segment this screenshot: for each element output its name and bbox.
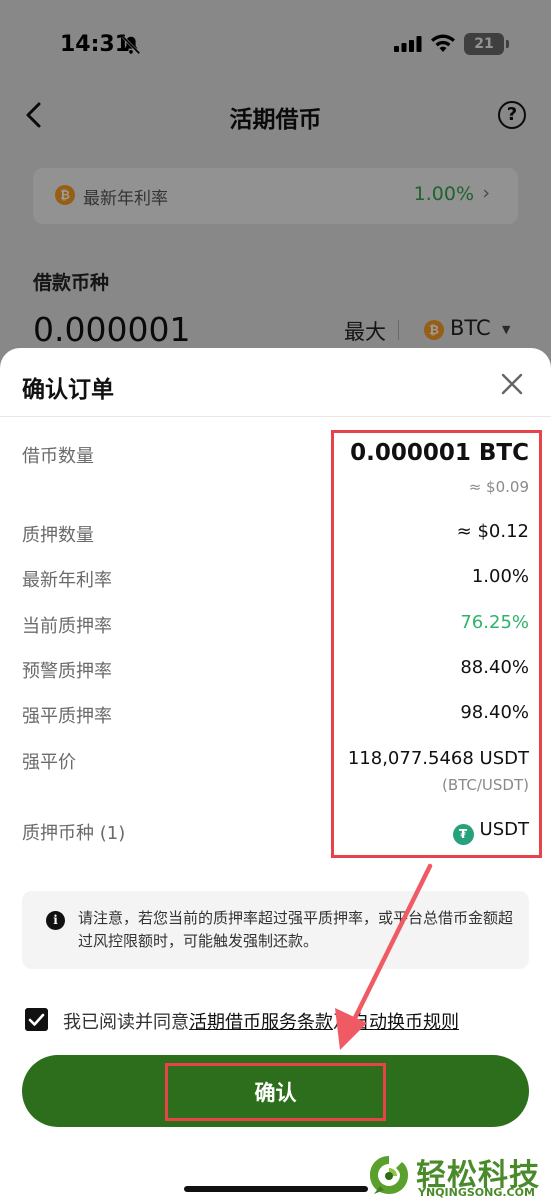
- auto-conversion-rules-link[interactable]: 自动换币规则: [351, 1012, 459, 1033]
- liquidation-ltv-label: 强平质押率: [22, 706, 112, 727]
- risk-notice: i 请注意，若您当前的质押率超过强平质押率，或平台总借币金额超过风控限额时，可能…: [22, 891, 529, 969]
- agreement-conjunction: 及: [333, 1012, 351, 1033]
- agree-checkbox[interactable]: [25, 1008, 48, 1031]
- agreement-prefix: 我已阅读并同意: [63, 1012, 189, 1033]
- current-ltv-label: 当前质押率: [22, 616, 112, 637]
- watermark: 轻松科技 YNQINGSONG.COM: [366, 1148, 551, 1200]
- info-icon: i: [46, 911, 65, 930]
- watermark-subtext: YNQINGSONG.COM: [418, 1186, 535, 1199]
- collateral-quantity-label: 质押数量: [22, 525, 94, 546]
- confirm-order-sheet: 确认订单 借币数量 0.000001 BTC ≈ $0.09 质押数量 ≈ $0…: [0, 348, 551, 1200]
- annotation-highlight-box: [331, 430, 542, 858]
- annotation-button-highlight: [165, 1063, 386, 1121]
- close-icon[interactable]: [500, 372, 524, 396]
- divider: [0, 416, 551, 417]
- warning-ltv-label: 预警质押率: [22, 661, 112, 682]
- annual-rate-label: 最新年利率: [22, 570, 112, 591]
- home-indicator: [184, 1186, 368, 1192]
- risk-notice-text: 请注意，若您当前的质押率超过强平质押率，或平台总借币金额超过风控限额时，可能触发…: [78, 909, 514, 950]
- liquidation-price-label: 强平价: [22, 752, 76, 773]
- service-terms-link[interactable]: 活期借币服务条款: [189, 1012, 333, 1033]
- collateral-coin-label: 质押币种 (1): [22, 823, 126, 844]
- borrow-quantity-label: 借币数量: [22, 446, 94, 467]
- watermark-logo: [370, 1156, 408, 1194]
- sheet-title: 确认订单: [22, 377, 114, 403]
- agreement-text: 我已阅读并同意活期借币服务条款及自动换币规则: [63, 1008, 459, 1034]
